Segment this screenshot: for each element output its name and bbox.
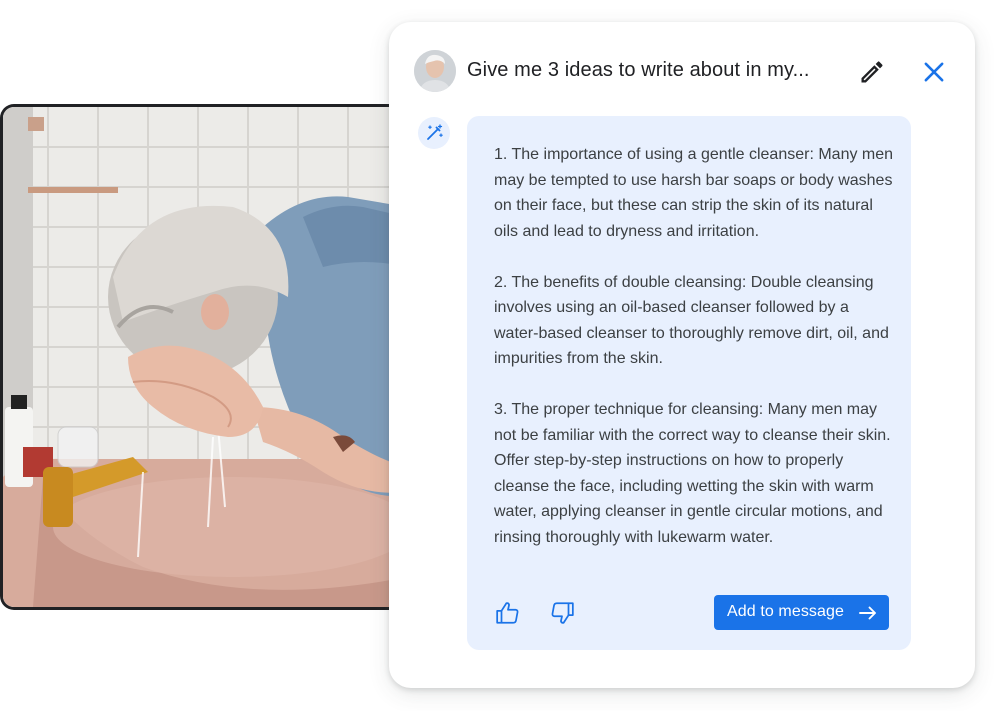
response-paragraph-1: 1. The importance of using a gentle clea… (494, 146, 894, 240)
stage: Give me 3 ideas to write about in my... (0, 0, 1002, 711)
ai-response: 1. The importance of using a gentle clea… (467, 116, 911, 650)
close-icon (924, 62, 944, 82)
photo-frame (0, 104, 410, 610)
like-button[interactable] (495, 600, 521, 626)
ai-badge (418, 117, 450, 149)
card-header: Give me 3 ideas to write about in my... (414, 50, 954, 92)
close-button[interactable] (920, 58, 948, 86)
add-to-message-button[interactable]: Add to message (714, 595, 889, 630)
response-paragraph-2: 2. The benefits of double cleansing: Dou… (494, 273, 889, 368)
magic-wand-icon (427, 124, 443, 140)
user-avatar (414, 50, 456, 92)
pencil-icon (861, 61, 883, 83)
response-paragraph-3: 3. The proper technique for cleansing: M… (494, 401, 891, 546)
photo-man-washing-face (3, 107, 407, 607)
thumbs-up-icon (496, 602, 519, 624)
prompt-title: Give me 3 ideas to write about in my... (467, 59, 810, 81)
dislike-button[interactable] (549, 600, 575, 626)
edit-button[interactable] (858, 58, 886, 86)
response-text: 1. The importance of using a gentle clea… (494, 142, 894, 550)
arrow-right-icon (859, 606, 876, 620)
thumbs-down-icon (551, 602, 574, 624)
add-to-message-label: Add to message (727, 603, 845, 620)
ai-suggestion-card: Give me 3 ideas to write about in my... (389, 22, 975, 688)
